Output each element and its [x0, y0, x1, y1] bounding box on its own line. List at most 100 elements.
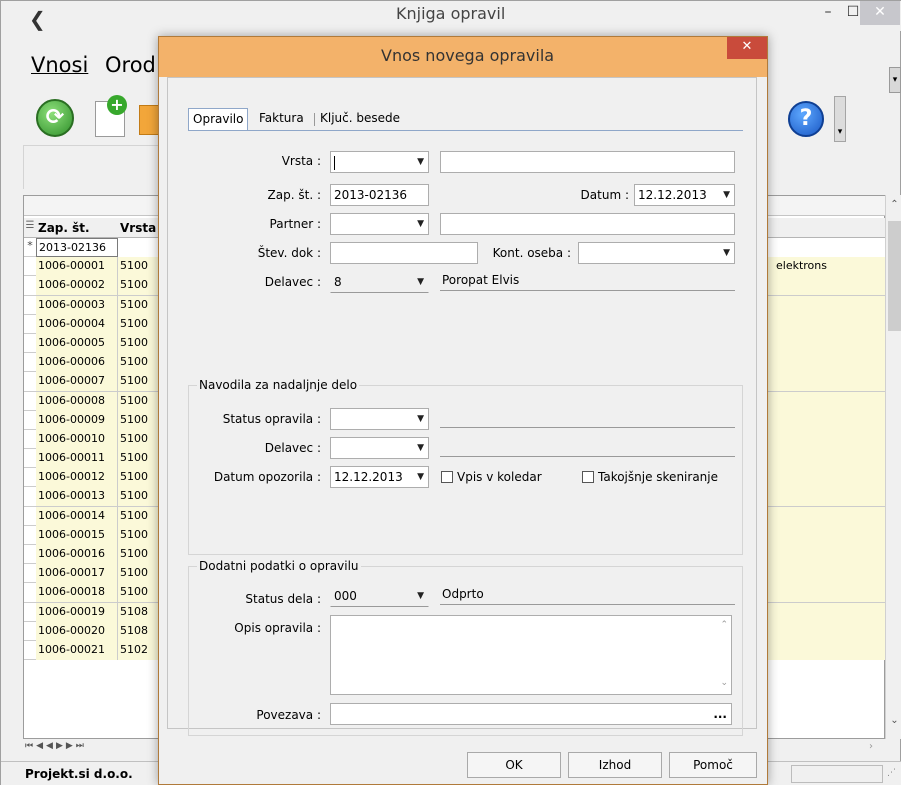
cell-description[interactable] — [768, 410, 886, 430]
cell-zap-st[interactable]: 1006-00008 — [36, 391, 118, 411]
cell-zap-st[interactable]: 1006-00002 — [36, 276, 118, 296]
cell-description[interactable] — [768, 621, 886, 641]
cell-description[interactable] — [768, 468, 886, 488]
cell-zap-st[interactable]: 1006-00005 — [36, 333, 118, 353]
cell-zap-st[interactable]: 1006-00004 — [36, 314, 118, 334]
cell-description[interactable] — [768, 602, 886, 622]
checkbox-icon[interactable] — [582, 471, 594, 483]
help-icon[interactable]: ? — [788, 101, 824, 137]
partner-dropdown[interactable]: ▼ — [330, 213, 429, 235]
column-header-vrsta[interactable]: Vrsta — [120, 221, 156, 235]
cell-description[interactable] — [768, 449, 886, 469]
cell-zap-st[interactable]: 2013-02136 — [36, 238, 118, 257]
cell-zap-st[interactable]: 1006-00010 — [36, 429, 118, 449]
toolbar-overflow-icon[interactable]: ▾ — [834, 96, 846, 142]
cell-zap-st[interactable]: 1006-00003 — [36, 295, 118, 315]
cell-zap-st[interactable]: 1006-00001 — [36, 257, 118, 277]
stev-dok-field[interactable] — [330, 242, 478, 264]
cell-description[interactable]: elektrons — [768, 257, 886, 277]
cell-zap-st[interactable]: 1006-00014 — [36, 506, 118, 526]
skeniranje-checkbox[interactable]: Takojšnje skeniranje — [582, 470, 718, 486]
cell-description[interactable] — [768, 525, 886, 545]
scroll-up-icon[interactable]: ⌃ — [886, 199, 901, 210]
checkbox-icon[interactable] — [441, 471, 453, 483]
cell-description[interactable] — [768, 353, 886, 373]
menu-overflow-icon[interactable]: ▾ — [889, 67, 901, 93]
close-button[interactable]: ✕ — [860, 1, 900, 25]
status-opravila-dropdown[interactable]: ▼ — [330, 408, 429, 430]
kont-oseba-dropdown[interactable]: ▼ — [578, 242, 735, 264]
cell-description[interactable] — [768, 583, 886, 603]
cell-zap-st[interactable]: 1006-00013 — [36, 487, 118, 507]
cell-description[interactable] — [768, 276, 886, 296]
chevron-down-icon[interactable]: ▼ — [723, 185, 730, 205]
datum-opozorila-picker[interactable]: 12.12.2013 ▼ — [330, 466, 429, 488]
cell-zap-st[interactable]: 1006-00020 — [36, 621, 118, 641]
cell-zap-st[interactable]: 1006-00009 — [36, 410, 118, 430]
partner-description-field[interactable] — [440, 213, 735, 235]
cell-zap-st[interactable]: 1006-00017 — [36, 564, 118, 584]
tab-kljuc-besede[interactable]: Ključ. besede — [316, 108, 404, 130]
cell-description[interactable] — [768, 238, 886, 257]
cell-zap-st[interactable]: 1006-00011 — [36, 449, 118, 469]
column-header-zap[interactable]: Zap. št. — [38, 221, 90, 235]
chevron-down-icon[interactable]: ▼ — [417, 214, 424, 234]
cell-zap-st[interactable]: 1006-00015 — [36, 525, 118, 545]
chevron-down-icon[interactable]: ▼ — [723, 243, 730, 263]
chevron-down-icon[interactable]: ▼ — [417, 152, 424, 172]
resize-grip-icon[interactable]: ⋰ — [887, 768, 896, 778]
datum-date-picker[interactable]: 12.12.2013 ▼ — [634, 184, 735, 206]
cell-description[interactable] — [768, 372, 886, 392]
cell-description[interactable] — [768, 333, 886, 353]
menu-orod[interactable]: Orod — [105, 53, 156, 77]
opis-opravila-textarea[interactable]: ⌃ ⌄ — [330, 615, 732, 695]
cell-description[interactable] — [768, 545, 886, 564]
cell-description[interactable] — [768, 564, 886, 584]
pomoc-button[interactable]: Pomoč — [669, 752, 757, 778]
cell-description[interactable] — [768, 487, 886, 507]
cell-zap-st[interactable]: 1006-00021 — [36, 640, 118, 660]
vrsta-dropdown[interactable]: ▼ — [330, 151, 429, 173]
cell-description[interactable] — [768, 506, 886, 526]
chevron-down-icon[interactable]: ▼ — [417, 272, 424, 292]
cell-zap-st[interactable]: 1006-00019 — [36, 602, 118, 622]
cell-description[interactable] — [768, 429, 886, 449]
scroll-up-icon[interactable]: ⌃ — [720, 620, 728, 630]
zap-st-field[interactable]: 2013-02136 — [330, 184, 429, 206]
tab-opravilo[interactable]: Opravilo — [188, 108, 249, 130]
cell-zap-st[interactable]: 1006-00016 — [36, 545, 118, 564]
chevron-down-icon[interactable]: ▼ — [417, 409, 424, 429]
delavec-dropdown[interactable]: 8 ▼ — [330, 271, 429, 293]
scroll-thumb[interactable] — [888, 221, 901, 331]
scroll-right-icon[interactable]: › — [869, 741, 873, 752]
column-chooser-icon[interactable]: ☰ — [24, 220, 36, 231]
ok-button[interactable]: OK — [467, 752, 561, 778]
browse-button[interactable]: ... — [713, 704, 727, 724]
cell-description[interactable] — [768, 314, 886, 334]
povezava-field[interactable]: ... — [330, 703, 732, 725]
menu-vnosi[interactable]: Vnosi — [31, 53, 88, 77]
dialog-close-button[interactable]: ✕ — [727, 37, 767, 59]
vpis-koledar-checkbox[interactable]: Vpis v koledar — [441, 470, 542, 486]
record-navigator[interactable]: ⏮◀◀▶▶⏭ — [23, 741, 163, 757]
cell-zap-st[interactable]: 1006-00007 — [36, 372, 118, 392]
row-marker[interactable]: * — [24, 239, 36, 252]
status-dela-dropdown[interactable]: 000 ▼ — [330, 585, 429, 607]
chevron-down-icon[interactable]: ▼ — [417, 586, 424, 606]
cell-description[interactable] — [768, 640, 886, 660]
izhod-button[interactable]: Izhod — [568, 752, 662, 778]
vertical-scrollbar[interactable]: ⌃ ⌄ — [885, 195, 901, 739]
navodila-delavec-dropdown[interactable]: ▼ — [330, 437, 429, 459]
chevron-down-icon[interactable]: ▼ — [417, 438, 424, 458]
tab-faktura[interactable]: Faktura — [255, 108, 308, 130]
cell-description[interactable] — [768, 295, 886, 315]
vrsta-description-field[interactable] — [440, 151, 735, 173]
chevron-down-icon[interactable]: ▼ — [417, 467, 424, 487]
cell-zap-st[interactable]: 1006-00012 — [36, 468, 118, 488]
scroll-down-icon[interactable]: ⌄ — [720, 678, 728, 688]
cell-zap-st[interactable]: 1006-00006 — [36, 353, 118, 373]
cell-zap-st[interactable]: 1006-00018 — [36, 583, 118, 603]
cell-description[interactable] — [768, 391, 886, 411]
scroll-down-icon[interactable]: ⌄ — [886, 715, 901, 726]
refresh-icon[interactable]: ⟳ — [36, 99, 74, 137]
